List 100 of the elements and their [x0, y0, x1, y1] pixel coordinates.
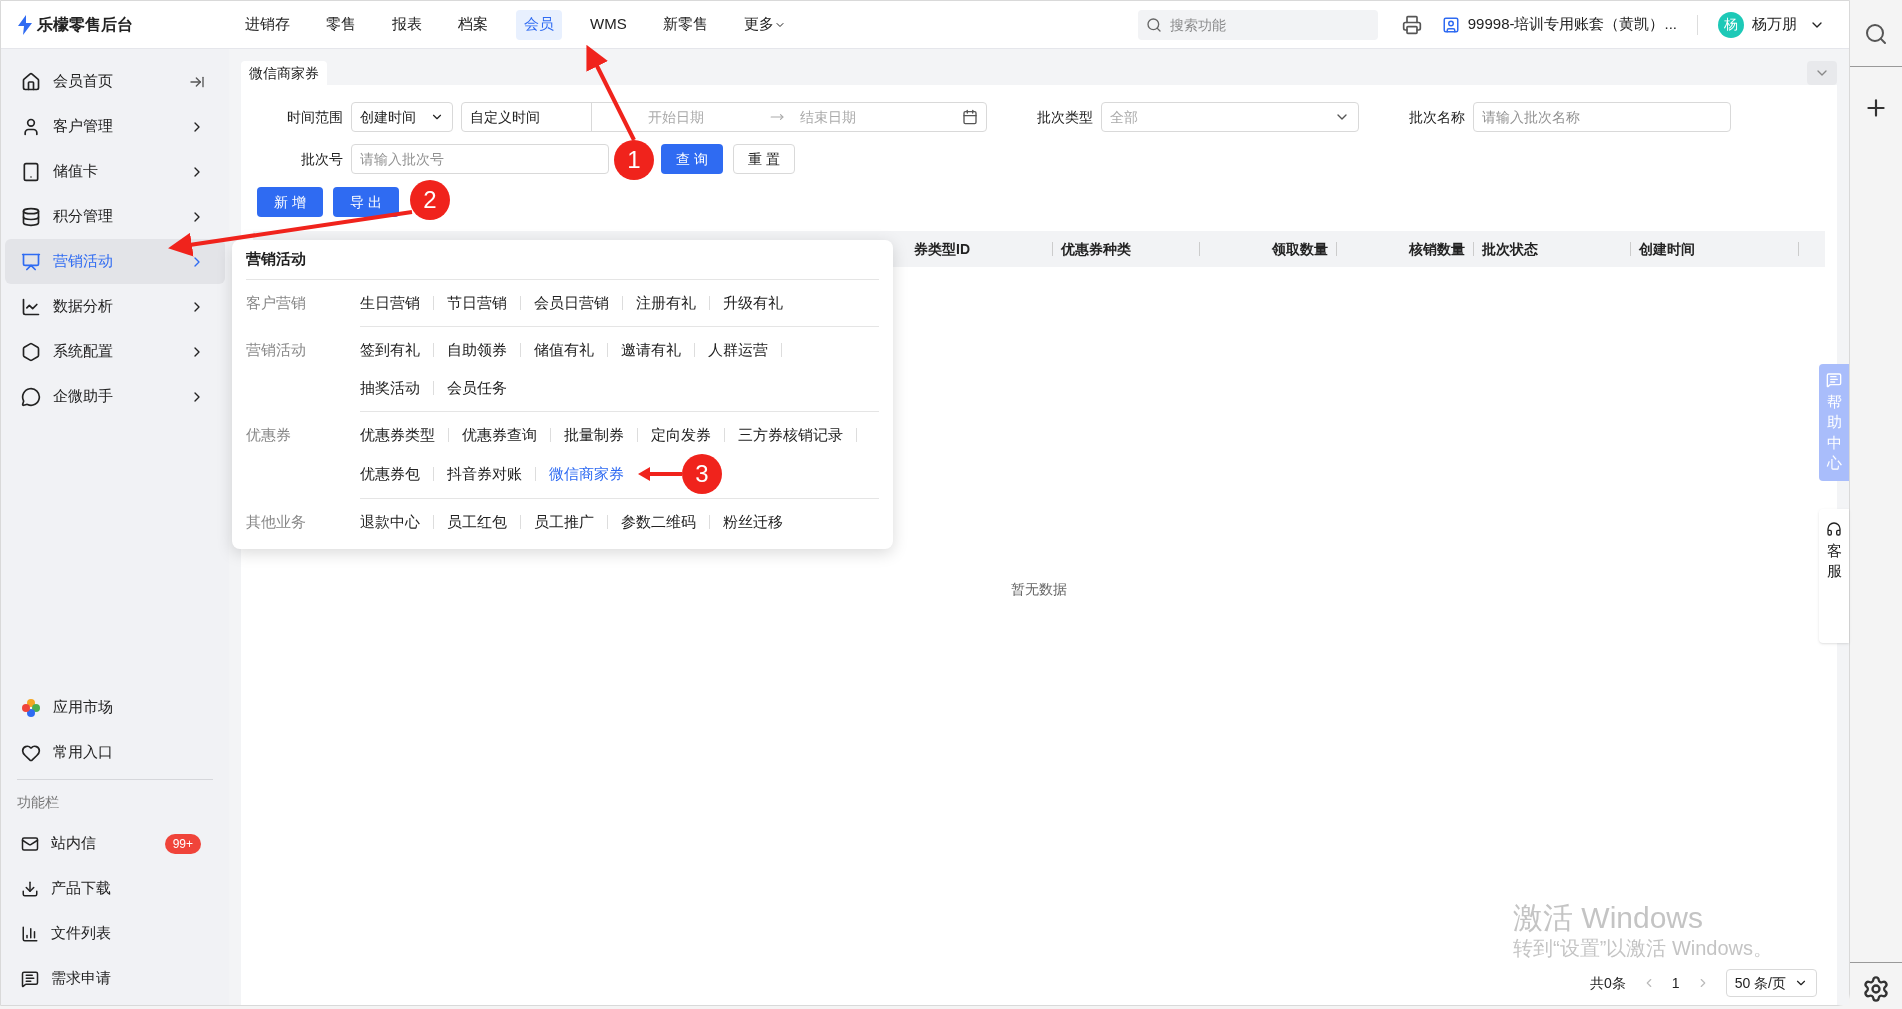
menu-item[interactable]: 批量制券 [564, 423, 624, 447]
nav-tab[interactable]: 会员 [516, 9, 562, 40]
menu-item[interactable]: 员工红包 [447, 510, 507, 534]
time-field-select[interactable]: 创建时间 [351, 102, 453, 132]
column-header: 优惠券种类 [1060, 239, 1131, 259]
reset-button[interactable]: 重 置 [733, 144, 795, 174]
nav-tab[interactable]: WMS [582, 9, 635, 40]
sidebar-item[interactable]: 系统配置 [5, 329, 225, 374]
menu-icon [21, 386, 41, 407]
sidebar-item[interactable]: 会员首页 [5, 59, 225, 104]
sidebar-item[interactable]: 文件列表 [5, 911, 225, 956]
total-count: 共0条 [1590, 973, 1626, 993]
menu-item[interactable]: 三方券核销记录 [738, 423, 843, 447]
customer-service-tab[interactable]: 客服 [1819, 509, 1849, 643]
printer-icon[interactable] [1401, 14, 1422, 35]
activation-text: 转到“设置”以激活 Windows。 [1513, 936, 1773, 961]
menu-item[interactable]: 签到有礼 [360, 338, 420, 362]
menu-item[interactable]: 参数二维码 [621, 510, 696, 534]
nav-tab[interactable]: 档案 [450, 9, 496, 40]
menu-item[interactable]: 节日营销 [447, 291, 507, 315]
nav-tab[interactable]: 进销存 [237, 9, 298, 40]
menu-item[interactable]: 抖音券对账 [447, 462, 522, 486]
menu-icon [21, 251, 41, 272]
menu-icon [21, 206, 41, 227]
sidebar-item[interactable]: 积分管理 [5, 194, 225, 239]
tool-icon [21, 924, 39, 943]
settings-icon[interactable] [1862, 975, 1890, 1003]
logo-icon [17, 14, 33, 35]
sidebar-item[interactable]: 需求申请 [5, 956, 225, 1001]
account-icon [1441, 15, 1460, 34]
field-label: 批次号 [300, 149, 343, 169]
search-field[interactable]: 搜索功能 [1137, 9, 1378, 40]
column-header: 创建时间 [1638, 239, 1695, 259]
menu-item[interactable]: 升级有礼 [723, 291, 783, 315]
account-name[interactable]: 99998-培训专用账套（黄凯）... [1467, 13, 1677, 36]
menu-item[interactable]: 生日营销 [360, 291, 420, 315]
menu-group-label: 营销活动 [246, 340, 307, 360]
menu-item[interactable]: 员工推广 [534, 510, 594, 534]
export-button[interactable]: 导 出 [333, 187, 399, 217]
menu-group-label: 客户营销 [246, 293, 307, 313]
menu-item[interactable]: 定向发券 [651, 423, 711, 447]
app-name: 乐檬零售后台 [37, 14, 133, 35]
nav-tab[interactable]: 新零售 [654, 9, 716, 40]
page-size-select[interactable]: 50 条/页 [1725, 969, 1817, 997]
batch-name-field[interactable]: 请输入批次名称 [1473, 102, 1731, 132]
headset-icon [1826, 521, 1842, 537]
menu-item[interactable]: 优惠券查询 [462, 423, 537, 447]
section-title: 功能栏 [16, 793, 60, 812]
sidebar-item[interactable]: 数据分析 [5, 284, 225, 329]
search-icon[interactable] [1864, 22, 1888, 46]
user-avatar: 杨 [1718, 11, 1744, 38]
menu-icon [21, 341, 41, 362]
page-number[interactable]: 1 [1671, 972, 1680, 994]
menu-item[interactable]: 粉丝迁移 [723, 510, 783, 534]
sidebar-item[interactable]: 应用市场 [5, 685, 225, 730]
field-label: 批次类型 [1037, 107, 1093, 127]
menu-item[interactable]: 储值有礼 [534, 338, 594, 362]
menu-title: 营销活动 [246, 249, 306, 270]
menu-item[interactable]: 人群运营 [708, 338, 768, 362]
nav-tab[interactable]: 报表 [384, 9, 430, 40]
batch-no-field[interactable]: 请输入批次号 [351, 144, 609, 174]
menu-item[interactable]: 邀请有礼 [621, 338, 681, 362]
menu-icon [21, 161, 41, 182]
tool-icon [21, 879, 39, 898]
column-header: 批次状态 [1481, 239, 1538, 259]
menu-item[interactable]: 微信商家券 [549, 462, 624, 486]
menu-item[interactable]: 退款中心 [360, 510, 420, 534]
user-name[interactable]: 杨万朋 [1752, 13, 1797, 36]
sidebar-item[interactable]: 客户管理 [5, 104, 225, 149]
menu-item[interactable]: 自助领券 [447, 338, 507, 362]
sidebar-item[interactable]: 储值卡 [5, 149, 225, 194]
sidebar-item[interactable]: 站内信 99+ [5, 821, 225, 866]
tool-icon [21, 969, 39, 988]
sidebar-item[interactable]: 产品下载 [5, 866, 225, 911]
nav-tab[interactable]: 更多 [735, 9, 794, 40]
add-button[interactable]: 新 增 [257, 187, 323, 217]
menu-item[interactable]: 优惠券包 [360, 462, 420, 486]
field-label: 批次名称 [1409, 107, 1465, 127]
count-badge: 99+ [164, 833, 201, 854]
calendar-icon [962, 109, 978, 125]
sidebar-item[interactable]: 营销活动 [5, 239, 225, 284]
menu-icon [21, 71, 41, 92]
page-tab[interactable]: 微信商家券 [241, 61, 327, 85]
nav-tab[interactable]: 零售 [318, 9, 364, 40]
menu-item[interactable]: 注册有礼 [636, 291, 696, 315]
date-range-field[interactable]: 自定义时间 开始日期 结束日期 [461, 102, 987, 132]
column-header: 核销数量 [1409, 239, 1466, 259]
menu-item[interactable]: 优惠券类型 [360, 423, 435, 447]
menu-item[interactable]: 会员日营销 [534, 291, 609, 315]
app-market-icon [21, 697, 41, 718]
menu-item[interactable]: 抽奖活动 [360, 376, 420, 400]
column-header: 领取数量 [1272, 239, 1329, 259]
sidebar-item[interactable]: 常用入口 [5, 730, 225, 775]
menu-item[interactable]: 会员任务 [447, 376, 507, 400]
empty-text: 暂无数据 [1011, 580, 1067, 599]
menu-icon [21, 296, 41, 317]
sidebar-item[interactable]: 企微助手 [5, 374, 225, 419]
activation-title: 激活 Windows [1513, 899, 1704, 936]
query-button[interactable]: 查 询 [661, 144, 723, 174]
menu-group-label: 其他业务 [246, 512, 307, 532]
